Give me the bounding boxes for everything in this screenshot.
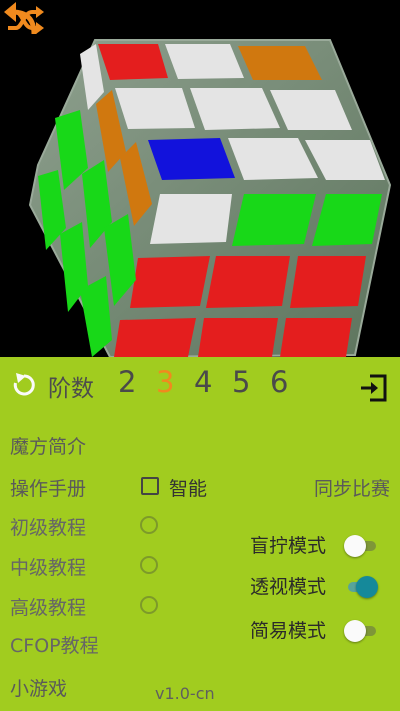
radio-advanced[interactable] [140, 596, 158, 614]
menu-games[interactable]: 小游戏 [10, 674, 67, 701]
cube-sticker [98, 44, 168, 80]
control-panel: 阶数 2 3 4 5 6 魔方简介 操作手册 初级教程 中级教程 高级教程 CF… [0, 357, 400, 711]
cube-sticker [115, 88, 195, 129]
smart-label: 智能 [169, 478, 208, 500]
cube-sticker [150, 194, 232, 244]
perspective-mode-label: 透视模式 [250, 576, 327, 598]
menu-cfop[interactable]: CFOP教程 [10, 631, 99, 658]
cube-sticker [148, 138, 235, 180]
order-option-6[interactable]: 6 [270, 365, 288, 399]
cube-sticker [130, 256, 210, 308]
radio-intermediate[interactable] [140, 556, 158, 574]
menu-intro[interactable]: 魔方简介 [10, 432, 86, 459]
cube-sticker [232, 194, 316, 246]
blind-mode-switch[interactable] [344, 535, 378, 557]
order-selector: 阶数 2 3 4 5 6 [0, 365, 400, 405]
blind-mode-row: 盲拧模式 [250, 531, 390, 559]
perspective-mode-row: 透视模式 [250, 572, 390, 600]
checkbox-box[interactable] [141, 477, 159, 495]
simple-mode-row: 简易模式 [250, 616, 390, 644]
simple-mode-label: 简易模式 [250, 620, 327, 642]
order-option-4[interactable]: 4 [194, 365, 212, 399]
version-label: v1.0-cn [155, 684, 215, 703]
menu-intermediate[interactable]: 中级教程 [10, 553, 86, 580]
radio-beginner[interactable] [140, 516, 158, 534]
reset-icon[interactable] [10, 371, 38, 399]
order-option-2[interactable]: 2 [118, 365, 136, 399]
order-option-3[interactable]: 3 [156, 365, 174, 399]
cube-sticker [165, 44, 244, 79]
blind-mode-label: 盲拧模式 [250, 535, 327, 557]
sync-match-link[interactable]: 同步比赛 [314, 474, 390, 501]
menu-advanced[interactable]: 高级教程 [10, 593, 86, 620]
cube-sticker [198, 318, 278, 357]
cube-sticker [290, 256, 366, 308]
rubiks-cube-3d[interactable] [0, 0, 400, 357]
menu-beginner[interactable]: 初级教程 [10, 513, 86, 540]
perspective-mode-switch[interactable] [344, 576, 378, 598]
cube-view[interactable] [0, 0, 400, 357]
cube-sticker [114, 318, 196, 357]
cube-sticker [280, 318, 352, 357]
exit-icon[interactable] [358, 373, 388, 403]
simple-mode-switch[interactable] [344, 620, 378, 642]
order-label: 阶数 [48, 376, 94, 402]
cube-sticker [206, 256, 290, 308]
order-option-5[interactable]: 5 [232, 365, 250, 399]
undo-arrow-icon[interactable] [0, 0, 40, 40]
menu-manual[interactable]: 操作手册 [10, 474, 86, 501]
